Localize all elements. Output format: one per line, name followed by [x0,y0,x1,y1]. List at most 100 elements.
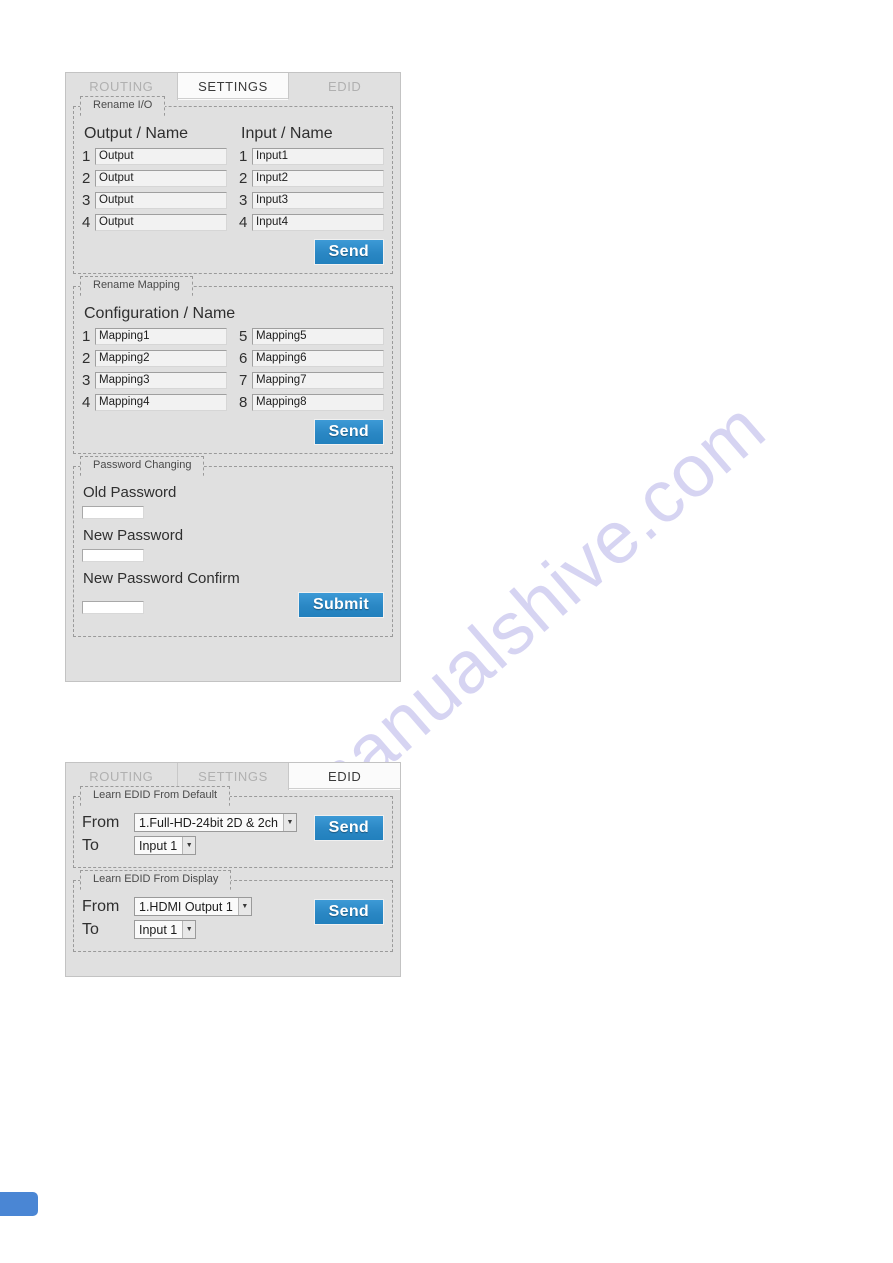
rename-mapping-send-button[interactable]: Send [313,419,384,445]
rename-io-button-row: Send [82,239,384,265]
learn-edid-from-default-group: Learn EDID From Default From 1.Full-HD-2… [73,786,393,868]
output-name-input-4[interactable] [95,214,227,231]
output-row-2: 2 [82,170,227,187]
chevron-down-icon[interactable]: ▼ [282,814,296,831]
output-column-heading: Output / Name [84,125,189,142]
input-column-heading: Input / Name [241,125,333,142]
mapping-index-8: 8 [239,394,248,411]
input-row-1: 1 [239,148,384,165]
new-password-label: New Password [83,527,184,544]
output-index-3: 3 [82,192,91,209]
learn-edid-from-display-legend: Learn EDID From Display [80,870,232,890]
mapping-name-input-6[interactable] [252,350,384,367]
mapping-name-input-1[interactable] [95,328,227,345]
mapping-index-5: 5 [239,328,248,345]
edid-tab-edid[interactable]: EDID [289,763,401,790]
settings-panel-body: Rename I/O Output / Name 1 2 3 [66,96,400,657]
input-name-input-3[interactable] [252,192,384,209]
learn-default-to-label: To [82,836,99,854]
rename-io-columns: Output / Name 1 2 3 4 [82,121,384,236]
output-column: Output / Name 1 2 3 4 [82,121,227,236]
learn-display-to-row: To Input 1 ▼ [82,920,252,939]
mapping-name-input-2[interactable] [95,350,227,367]
input-index-3: 3 [239,192,248,209]
mapping-index-6: 6 [239,350,248,367]
password-bottom-row: Submit [82,592,384,622]
learn-display-to-label: To [82,920,99,938]
chevron-down-icon[interactable]: ▼ [237,898,251,915]
output-name-input-1[interactable] [95,148,227,165]
mapping-name-input-7[interactable] [252,372,384,389]
output-row-3: 3 [82,192,227,209]
output-index-2: 2 [82,170,91,187]
mapping-column-right: 5 6 7 8 [239,328,384,416]
rename-io-group: Rename I/O Output / Name 1 2 3 [73,96,393,274]
output-index-1: 1 [82,148,91,165]
rename-mapping-group: Rename Mapping Configuration / Name 1 2 … [73,276,393,454]
learn-default-from-select[interactable]: 1.Full-HD-24bit 2D & 2ch ▼ [134,813,297,832]
chevron-down-icon[interactable]: ▼ [182,837,196,854]
password-changing-group: Password Changing Old Password New Passw… [73,456,393,637]
input-row-4: 4 [239,214,384,231]
learn-default-to-row: To Input 1 ▼ [82,836,297,855]
mapping-column-left: 1 2 3 4 [82,328,227,416]
learn-default-fields: From 1.Full-HD-24bit 2D & 2ch ▼ To Input… [82,813,297,859]
learn-display-fields: From 1.HDMI Output 1 ▼ To Input 1 ▼ [82,897,252,943]
input-index-1: 1 [239,148,248,165]
learn-default-inner: From 1.Full-HD-24bit 2D & 2ch ▼ To Input… [82,813,384,859]
input-column: Input / Name 1 2 3 4 [239,121,384,236]
old-password-label: Old Password [83,484,177,501]
learn-display-from-select[interactable]: 1.HDMI Output 1 ▼ [134,897,252,916]
output-name-input-3[interactable] [95,192,227,209]
output-name-input-2[interactable] [95,170,227,187]
learn-display-from-label: From [82,897,120,915]
learn-display-to-select[interactable]: Input 1 ▼ [134,920,197,939]
learn-default-send-button[interactable]: Send [313,815,384,841]
new-password-field[interactable] [82,549,144,562]
mapping-row-4: 4 [82,394,227,411]
new-password-confirm-label: New Password Confirm [83,570,240,587]
learn-edid-from-display-group: Learn EDID From Display From 1.HDMI Outp… [73,870,393,952]
learn-display-send-button[interactable]: Send [313,899,384,925]
mapping-name-input-8[interactable] [252,394,384,411]
input-name-input-4[interactable] [252,214,384,231]
chevron-down-icon[interactable]: ▼ [182,921,196,938]
mapping-row-6: 6 [239,350,384,367]
old-password-field[interactable] [82,506,144,519]
settings-window: ROUTING SETTINGS EDID Rename I/O Output … [65,72,401,682]
learn-default-from-label: From [82,813,120,831]
tab-edid[interactable]: EDID [289,73,401,100]
output-index-4: 4 [82,214,91,231]
input-row-2: 2 [239,170,384,187]
rename-io-send-button[interactable]: Send [313,239,384,265]
learn-display-from-row: From 1.HDMI Output 1 ▼ [82,897,252,916]
mapping-index-2: 2 [82,350,91,367]
learn-display-inner: From 1.HDMI Output 1 ▼ To Input 1 ▼ Send [82,897,384,943]
new-password-confirm-field[interactable] [82,601,144,614]
mapping-name-input-4[interactable] [95,394,227,411]
mapping-index-7: 7 [239,372,248,389]
input-row-3: 3 [239,192,384,209]
mapping-row-3: 3 [82,372,227,389]
mapping-name-input-3[interactable] [95,372,227,389]
output-row-4: 4 [82,214,227,231]
learn-edid-from-default-legend: Learn EDID From Default [80,786,231,806]
rename-mapping-button-row: Send [82,419,384,445]
mapping-heading: Configuration / Name [84,305,236,322]
input-index-4: 4 [239,214,248,231]
mapping-row-7: 7 [239,372,384,389]
learn-default-to-value: Input 1 [139,838,178,853]
tab-settings[interactable]: SETTINGS [177,73,290,100]
submit-button[interactable]: Submit [297,592,384,618]
input-name-input-2[interactable] [252,170,384,187]
learn-default-to-select[interactable]: Input 1 ▼ [134,836,197,855]
mapping-index-3: 3 [82,372,91,389]
mapping-row-1: 1 [82,328,227,345]
input-name-input-1[interactable] [252,148,384,165]
edid-window: ROUTING SETTINGS EDID Learn EDID From De… [65,762,401,977]
page-number-badge [0,1190,40,1218]
rename-mapping-legend: Rename Mapping [80,276,193,296]
learn-display-to-value: Input 1 [139,922,178,937]
mapping-name-input-5[interactable] [252,328,384,345]
learn-display-from-value: 1.HDMI Output 1 [139,899,233,914]
